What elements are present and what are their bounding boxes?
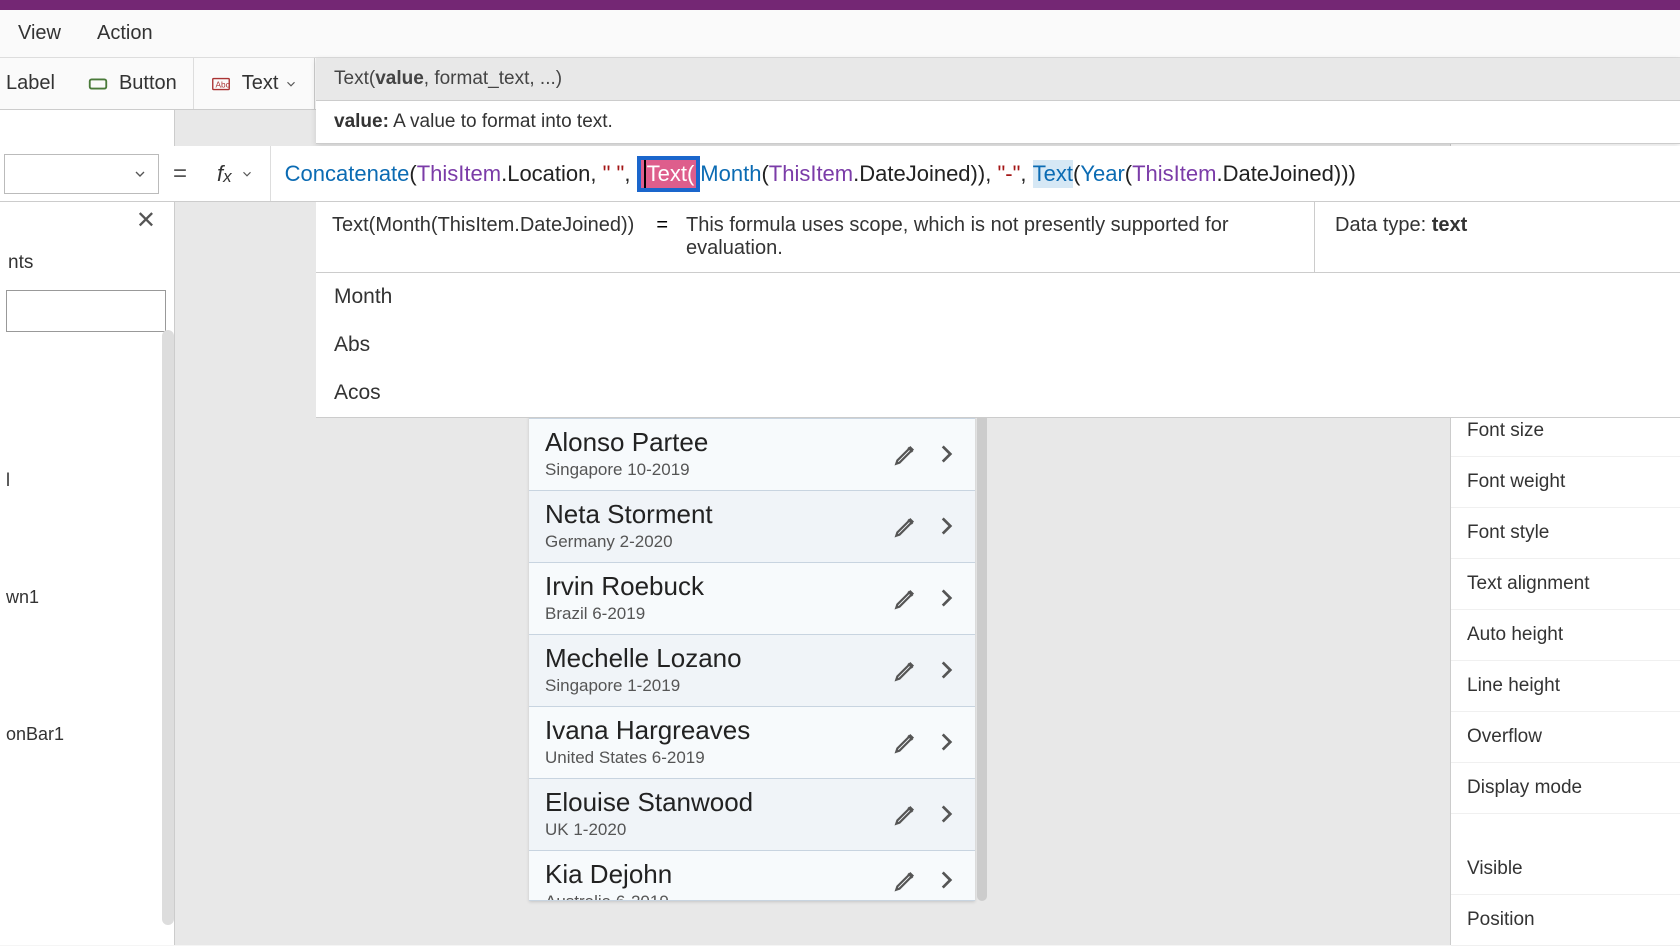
chevron-down-icon <box>240 167 254 181</box>
row-title: Kia Dejohn <box>545 859 879 890</box>
equals-label: = <box>159 160 201 188</box>
chevron-right-icon[interactable] <box>933 867 959 893</box>
chevron-right-icon[interactable] <box>933 801 959 827</box>
gallery-row[interactable]: Kia Dejohn Australia 6-2019 <box>529 851 975 901</box>
property-row[interactable]: Font style <box>1451 508 1680 559</box>
property-row[interactable]: Text alignment <box>1451 559 1680 610</box>
scrollbar[interactable] <box>977 376 987 901</box>
edit-icon[interactable] <box>893 801 919 827</box>
sig-rest: , format_text, ...) <box>424 68 562 89</box>
label-text: Label <box>6 72 55 95</box>
chevron-right-icon[interactable] <box>933 513 959 539</box>
hint-label: value: <box>334 111 389 132</box>
row-title: Ivana Hargreaves <box>545 715 879 746</box>
title-bar <box>0 0 1680 10</box>
chevron-down-icon <box>284 77 298 91</box>
edit-icon[interactable] <box>893 513 919 539</box>
edit-icon[interactable] <box>893 867 919 893</box>
row-title: Elouise Stanwood <box>545 787 879 818</box>
row-subtitle: UK 1-2020 <box>545 820 879 840</box>
autocomplete-list: MonthAbsAcos <box>316 273 1680 418</box>
insert-label[interactable]: Label <box>0 58 71 109</box>
property-row[interactable]: Display mode <box>1451 763 1680 814</box>
eval-message: This formula uses scope, which is not pr… <box>674 202 1314 272</box>
row-title: Mechelle Lozano <box>545 643 879 674</box>
button-icon <box>87 73 109 95</box>
chevron-right-icon[interactable] <box>933 441 959 467</box>
row-title: Alonso Partee <box>545 427 879 458</box>
insert-button[interactable]: Button <box>71 58 194 109</box>
gallery-row[interactable]: Elouise Stanwood UK 1-2020 <box>529 779 975 851</box>
insert-text[interactable]: Abc Text <box>194 58 316 109</box>
chevron-right-icon[interactable] <box>933 729 959 755</box>
evaluation-row: Text(Month(ThisItem.DateJoined)) = This … <box>316 202 1680 273</box>
hint-desc: A value to format into text. <box>389 111 613 132</box>
autocomplete-item[interactable]: Acos <box>316 369 1680 417</box>
row-subtitle: Germany 2-2020 <box>545 532 879 552</box>
chevron-down-icon <box>132 166 148 182</box>
gallery-row[interactable]: Irvin Roebuck Brazil 6-2019 <box>529 563 975 635</box>
row-title: Neta Storment <box>545 499 879 530</box>
fx-dropdown[interactable]: fx <box>201 146 271 201</box>
row-subtitle: Singapore 1-2019 <box>545 676 879 696</box>
formula-bar: = fx Concatenate(ThisItem.Location, " ",… <box>0 146 1680 202</box>
gallery-row[interactable]: Neta Storment Germany 2-2020 <box>529 491 975 563</box>
property-row[interactable]: Position <box>1451 895 1680 946</box>
selection-highlight: Text( <box>637 156 701 192</box>
edit-icon[interactable] <box>893 729 919 755</box>
param-hint: value: A value to format into text. <box>316 101 1680 144</box>
autocomplete-item[interactable]: Abs <box>316 321 1680 369</box>
formula-input[interactable]: Concatenate(ThisItem.Location, " ", Text… <box>271 156 1680 192</box>
property-row[interactable]: Line height <box>1451 661 1680 712</box>
tree-item[interactable]: wn1 <box>0 579 174 616</box>
row-subtitle: Singapore 10-2019 <box>545 460 879 480</box>
autocomplete-item[interactable]: Month <box>316 273 1680 321</box>
edit-icon[interactable] <box>893 657 919 683</box>
gallery-row[interactable]: Alonso Partee Singapore 10-2019 <box>529 419 975 491</box>
property-row[interactable]: Auto height <box>1451 610 1680 661</box>
sig-arg: value <box>375 68 424 89</box>
row-title: Irvin Roebuck <box>545 571 879 602</box>
menu-view[interactable]: View <box>0 22 79 45</box>
property-row[interactable]: Font weight <box>1451 457 1680 508</box>
menu-action[interactable]: Action <box>79 22 171 45</box>
row-subtitle: Australia 6-2019 <box>545 892 879 900</box>
scrollbar[interactable] <box>162 330 174 925</box>
tree-item[interactable]: onBar1 <box>0 716 174 753</box>
edit-icon[interactable] <box>893 441 919 467</box>
menu-bar: View Action <box>0 10 1680 58</box>
chevron-right-icon[interactable] <box>933 585 959 611</box>
fn-signature: Text(value, format_text, ...) <box>316 58 1680 101</box>
eval-expr: Text(Month(ThisItem.DateJoined)) <box>316 202 650 272</box>
eval-datatype: Data type: text <box>1314 202 1614 272</box>
property-row[interactable]: Visible <box>1451 844 1680 895</box>
sig-fn: Text( <box>334 68 375 89</box>
property-row[interactable]: Overflow <box>1451 712 1680 763</box>
gallery-row[interactable]: Mechelle Lozano Singapore 1-2019 <box>529 635 975 707</box>
property-dropdown[interactable] <box>4 154 159 194</box>
tree-item[interactable]: l <box>0 462 174 499</box>
text-icon: Abc <box>210 73 232 95</box>
row-subtitle: United States 6-2019 <box>545 748 879 768</box>
gallery-row[interactable]: Ivana Hargreaves United States 6-2019 <box>529 707 975 779</box>
row-subtitle: Brazil 6-2019 <box>545 604 879 624</box>
gallery: Megan Rohman Singapore 1-2019 Alonso Par… <box>529 376 975 901</box>
button-text: Button <box>119 72 177 95</box>
svg-text:Abc: Abc <box>215 80 229 89</box>
chevron-right-icon[interactable] <box>933 657 959 683</box>
edit-icon[interactable] <box>893 585 919 611</box>
eval-equals: = <box>650 202 674 272</box>
text-label: Text <box>242 72 279 95</box>
